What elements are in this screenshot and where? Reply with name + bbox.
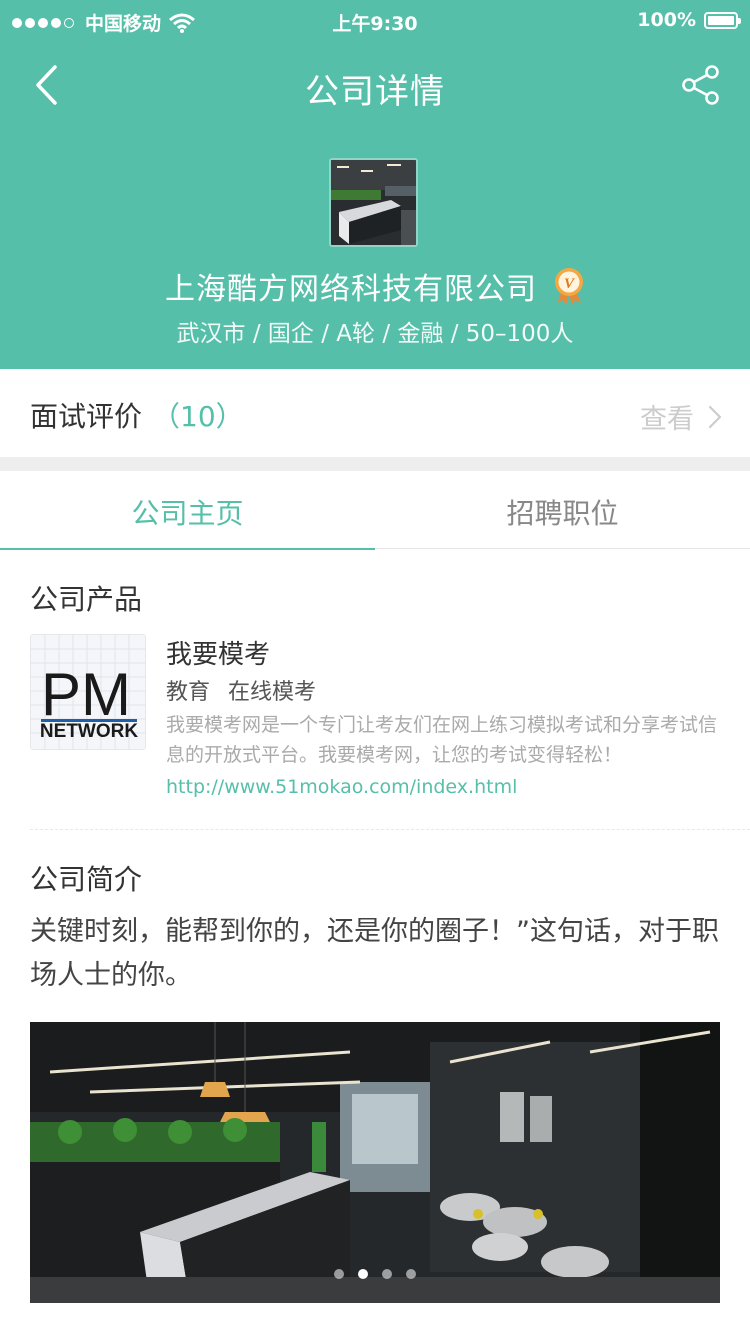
product-tag: 教育 xyxy=(166,680,211,705)
company-logo xyxy=(329,158,418,247)
battery-label: 100% xyxy=(637,9,696,31)
review-label-group: 面试评价 （10） xyxy=(30,395,244,435)
section-divider xyxy=(30,829,750,830)
carousel-dot[interactable] xyxy=(382,1269,392,1279)
company-meta: 武汉市 / 国企 / A轮 / 金融 / 50–100人 xyxy=(176,321,574,347)
section-gap xyxy=(0,457,750,471)
product-name: 我要模考 xyxy=(166,640,271,670)
tab-jobs[interactable]: 招聘职位 xyxy=(375,471,750,549)
product-url-link[interactable]: http://www.51mokao.com/index.html xyxy=(166,776,517,798)
chevron-right-icon xyxy=(708,405,722,428)
tab-bar: 公司主页 招聘职位 xyxy=(0,471,750,550)
svg-text:NETWORK: NETWORK xyxy=(40,721,138,742)
review-view-link[interactable]: 查看 xyxy=(640,397,722,436)
product-tag: 在线模考 xyxy=(228,680,317,705)
carousel-dots xyxy=(30,1269,720,1279)
nav-bar: 公司详情 xyxy=(0,40,750,128)
intro-section-title: 公司简介 xyxy=(30,863,143,896)
company-name: 上海酷方网络科技有限公司 xyxy=(165,272,537,307)
share-icon xyxy=(682,65,719,105)
battery-icon xyxy=(704,11,741,29)
carousel-dot[interactable] xyxy=(334,1269,344,1279)
company-name-row: 上海酷方网络科技有限公司 V xyxy=(0,264,750,308)
carousel-dot[interactable] xyxy=(406,1269,416,1279)
product-tags: 教育 在线模考 xyxy=(166,674,334,706)
status-right: 100% xyxy=(637,9,741,31)
review-count: （10） xyxy=(152,400,244,433)
intro-text: 关键时刻，能帮到你的，还是你的圈子！”这句话，对于职场人士的你。 xyxy=(30,916,719,991)
share-button[interactable] xyxy=(680,62,722,108)
office-photo-carousel[interactable] xyxy=(30,1022,720,1303)
svg-text:PM: PM xyxy=(41,661,131,728)
product-item[interactable]: PM NETWORK 我要模考 教育 在线模考 我要模考网是一个专门让考友们在网上… xyxy=(30,634,720,804)
products-section-title: 公司产品 xyxy=(30,583,143,616)
carousel-dot-active[interactable] xyxy=(358,1269,368,1279)
company-header: 中国移动 上午9:30 100% 公司详情 上海酷方网络科技有限公司 V 武汉市… xyxy=(0,0,750,369)
review-label: 面试评价 xyxy=(30,400,143,433)
verified-badge-icon: V xyxy=(555,268,583,305)
tab-company-home[interactable]: 公司主页 xyxy=(0,471,375,550)
status-bar: 中国移动 上午9:30 100% xyxy=(0,0,750,40)
page-title: 公司详情 xyxy=(305,72,445,112)
product-description: 我要模考网是一个专门让考友们在网上练习模拟考试和分享考试信息的开放式平台。我要模… xyxy=(166,714,718,766)
review-view-label: 查看 xyxy=(640,404,694,435)
product-logo: PM NETWORK xyxy=(30,634,146,750)
interview-review-row[interactable]: 面试评价 （10） 查看 xyxy=(0,369,750,457)
office-photo xyxy=(30,1022,720,1303)
